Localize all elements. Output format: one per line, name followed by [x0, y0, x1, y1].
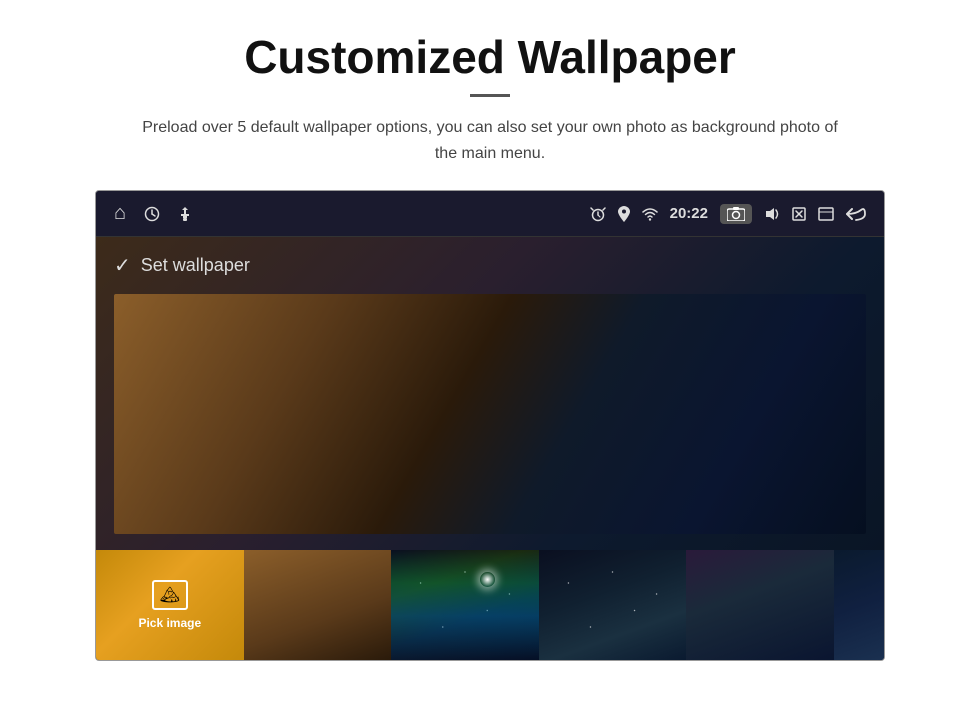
close-icon [792, 207, 806, 221]
wallpaper-preview [114, 294, 866, 534]
location-icon [618, 206, 630, 222]
window-icon [818, 207, 834, 221]
device-screenshot: ⌂ [95, 190, 885, 661]
volume-icon [764, 207, 780, 221]
status-bar-left: ⌂ [114, 202, 192, 225]
usb-icon [178, 206, 192, 222]
status-time: 20:22 [670, 205, 708, 222]
camera-icon [720, 204, 752, 224]
content-area: ✓ Set wallpaper [96, 237, 884, 550]
status-bar: ⌂ [96, 191, 884, 237]
alarm-icon [590, 206, 606, 222]
status-bar-right: 20:22 [590, 204, 866, 224]
pick-image-icon [152, 580, 188, 610]
title-divider [470, 94, 510, 97]
thumbnail-strip: Pick image [96, 550, 884, 660]
page-subtitle: Preload over 5 default wallpaper options… [130, 115, 850, 166]
wallpaper-thumb-2[interactable] [391, 550, 539, 660]
wallpaper-thumb-4[interactable] [686, 550, 834, 660]
wallpaper-thumb-5[interactable] [834, 550, 884, 660]
pick-image-label: Pick image [138, 616, 201, 630]
wallpaper-thumb-1[interactable] [244, 550, 392, 660]
wifi-icon [642, 207, 658, 221]
page-title: Customized Wallpaper [244, 30, 736, 84]
clock-icon [144, 206, 160, 222]
checkmark-icon: ✓ [114, 253, 131, 278]
home-icon: ⌂ [114, 202, 126, 225]
set-wallpaper-row: ✓ Set wallpaper [114, 253, 866, 278]
wallpaper-thumb-3[interactable] [539, 550, 687, 660]
pick-image-thumb[interactable]: Pick image [96, 550, 244, 660]
back-icon [846, 207, 866, 221]
set-wallpaper-label: Set wallpaper [141, 255, 250, 276]
